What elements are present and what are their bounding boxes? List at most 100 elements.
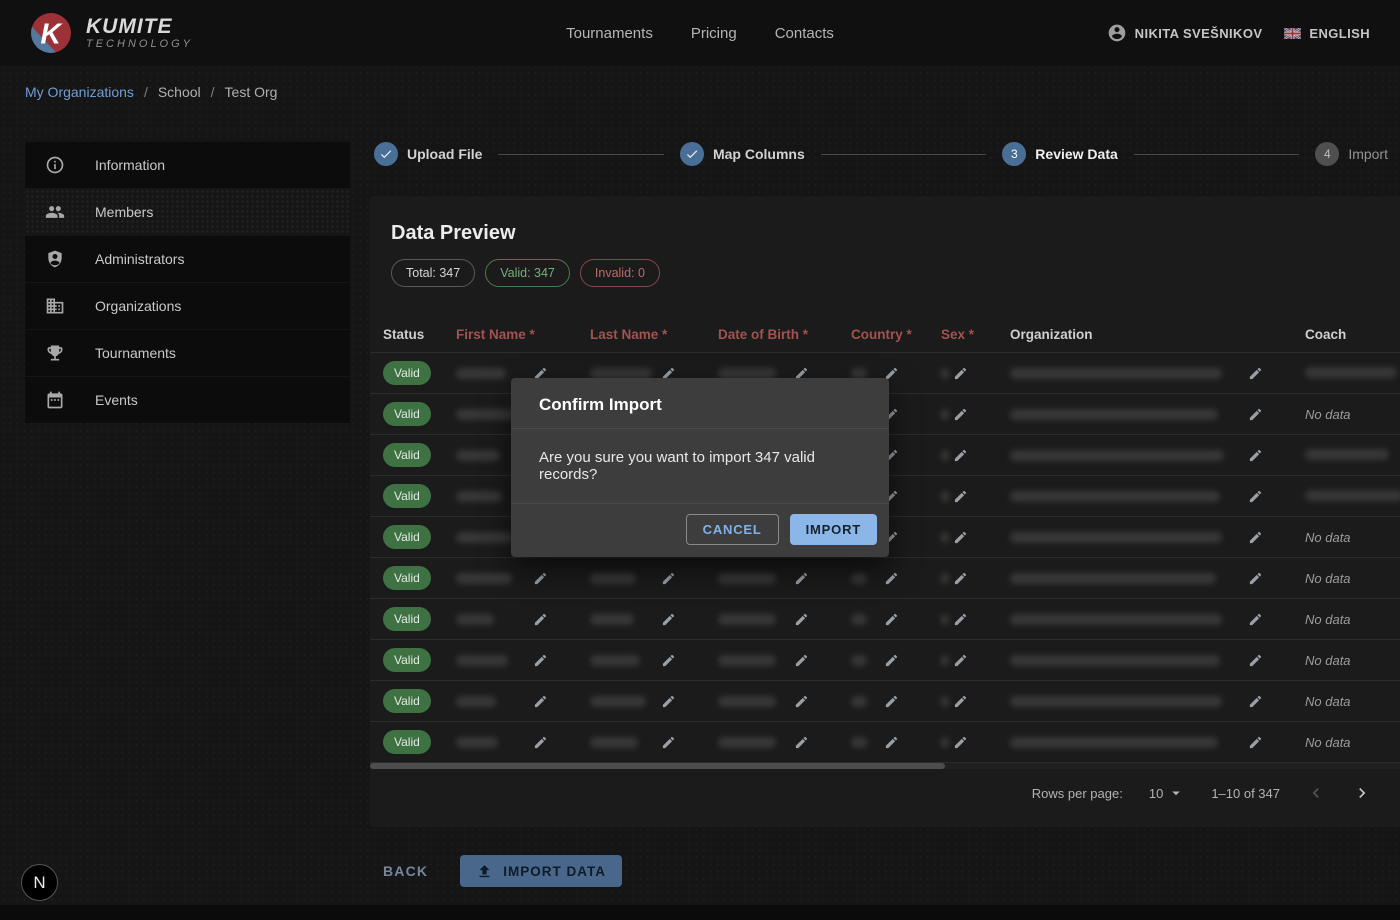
nav-link-tournaments[interactable]: Tournaments [566, 25, 653, 42]
edit-button[interactable] [951, 569, 970, 588]
cell-org [1010, 692, 1305, 711]
edit-button[interactable] [659, 610, 678, 629]
nav-link-contacts[interactable]: Contacts [775, 25, 834, 42]
pagination-range: 1–10 of 347 [1211, 786, 1280, 801]
sidebar-item-members[interactable]: Members [25, 189, 350, 235]
edit-button[interactable] [882, 610, 901, 629]
edit-button[interactable] [792, 569, 811, 588]
nav-link-pricing[interactable]: Pricing [691, 25, 737, 42]
edit-button[interactable] [1246, 569, 1265, 588]
edit-button[interactable] [951, 364, 970, 383]
edit-button[interactable] [659, 733, 678, 752]
brand-logo[interactable]: K KUMITE TECHNOLOGY [30, 12, 566, 54]
breadcrumb-item-school[interactable]: School [158, 84, 201, 100]
chip-invalid: Invalid: 0 [580, 259, 660, 287]
cell-sex [941, 446, 1010, 465]
user-menu[interactable]: NIKITA SVEŠNIKOV [1107, 23, 1263, 43]
sidebar-item-label: Administrators [95, 251, 184, 267]
svg-text:K: K [41, 18, 64, 50]
confirm-import-button[interactable]: IMPORT [790, 514, 877, 545]
previous-page-button[interactable] [1306, 783, 1326, 803]
edit-button[interactable] [1246, 528, 1265, 547]
sidebar-item-events[interactable]: Events [25, 377, 350, 423]
edit-button[interactable] [882, 569, 901, 588]
horizontal-scrollbar-thumb[interactable] [370, 763, 945, 769]
edit-button[interactable] [1246, 364, 1265, 383]
edit-button[interactable] [1246, 487, 1265, 506]
edit-button[interactable] [1246, 610, 1265, 629]
avatar-icon [1107, 23, 1127, 43]
edit-button[interactable] [951, 733, 970, 752]
edit-button[interactable] [1246, 446, 1265, 465]
sidebar: InformationMembers Administrators Organiza… [25, 142, 350, 423]
edit-button[interactable] [531, 610, 550, 629]
pencil-icon [661, 694, 676, 709]
edit-button[interactable] [951, 405, 970, 424]
cell-country [851, 610, 941, 629]
rows-per-page-select[interactable]: 10 [1149, 784, 1185, 802]
edit-button[interactable] [659, 651, 678, 670]
step-circle: 4 [1315, 142, 1339, 166]
edit-button[interactable] [659, 569, 678, 588]
edit-button[interactable] [882, 651, 901, 670]
edit-button[interactable] [531, 733, 550, 752]
stepper-step-map-columns: Map Columns [680, 142, 805, 166]
language-label: ENGLISH [1309, 26, 1370, 41]
dev-badge-button[interactable]: N [21, 864, 58, 901]
cell-country [851, 733, 941, 752]
language-switcher[interactable]: ENGLISH [1284, 26, 1370, 41]
pencil-icon [1248, 489, 1263, 504]
pencil-icon [953, 735, 968, 750]
cell-country [851, 651, 941, 670]
import-data-button[interactable]: IMPORT DATA [460, 855, 622, 887]
panel-title: Data Preview [391, 222, 1400, 245]
edit-button[interactable] [951, 446, 970, 465]
user-name: NIKITA SVEŠNIKOV [1135, 26, 1263, 41]
breadcrumb-item-my-organizations[interactable]: My Organizations [25, 84, 134, 100]
edit-button[interactable] [792, 651, 811, 670]
edit-button[interactable] [531, 651, 550, 670]
redacted-value [718, 573, 776, 584]
edit-button[interactable] [1246, 733, 1265, 752]
redacted-value [456, 532, 514, 543]
edit-button[interactable] [1246, 692, 1265, 711]
cell-coach [1305, 489, 1400, 504]
edit-button[interactable] [951, 692, 970, 711]
redacted-value [1010, 696, 1222, 707]
next-page-button[interactable] [1352, 783, 1372, 803]
edit-button[interactable] [951, 487, 970, 506]
edit-button[interactable] [531, 569, 550, 588]
redacted-value [456, 450, 500, 461]
sidebar-item-tournaments[interactable]: Tournaments [25, 330, 350, 376]
column-header-date-of-birth-: Date of Birth * [718, 327, 851, 342]
edit-button[interactable] [951, 528, 970, 547]
edit-button[interactable] [1246, 405, 1265, 424]
edit-button[interactable] [792, 610, 811, 629]
edit-button[interactable] [882, 692, 901, 711]
pencil-icon [794, 571, 809, 586]
edit-button[interactable] [951, 651, 970, 670]
back-button[interactable]: BACK [383, 863, 428, 879]
chevron-right-icon [1352, 783, 1372, 803]
edit-button[interactable] [792, 733, 811, 752]
table-row: ValidNo data [370, 599, 1400, 640]
redacted-value [718, 368, 776, 379]
edit-button[interactable] [882, 733, 901, 752]
cell-org [1010, 569, 1305, 588]
sidebar-item-information[interactable]: Information [25, 142, 350, 188]
edit-button[interactable] [659, 692, 678, 711]
sidebar-item-label: Organizations [95, 298, 181, 314]
edit-button[interactable] [792, 692, 811, 711]
cancel-button[interactable]: CANCEL [686, 514, 779, 545]
sidebar-item-organizations[interactable]: Organizations [25, 283, 350, 329]
pencil-icon [533, 571, 548, 586]
redacted-value [1010, 368, 1222, 379]
edit-button[interactable] [951, 610, 970, 629]
sidebar-item-administrators[interactable]: Administrators [25, 236, 350, 282]
cell-org [1010, 528, 1305, 547]
step-circle [374, 142, 398, 166]
redacted-value [1010, 655, 1220, 666]
edit-button[interactable] [531, 692, 550, 711]
table-row: ValidNo data [370, 558, 1400, 599]
edit-button[interactable] [1246, 651, 1265, 670]
